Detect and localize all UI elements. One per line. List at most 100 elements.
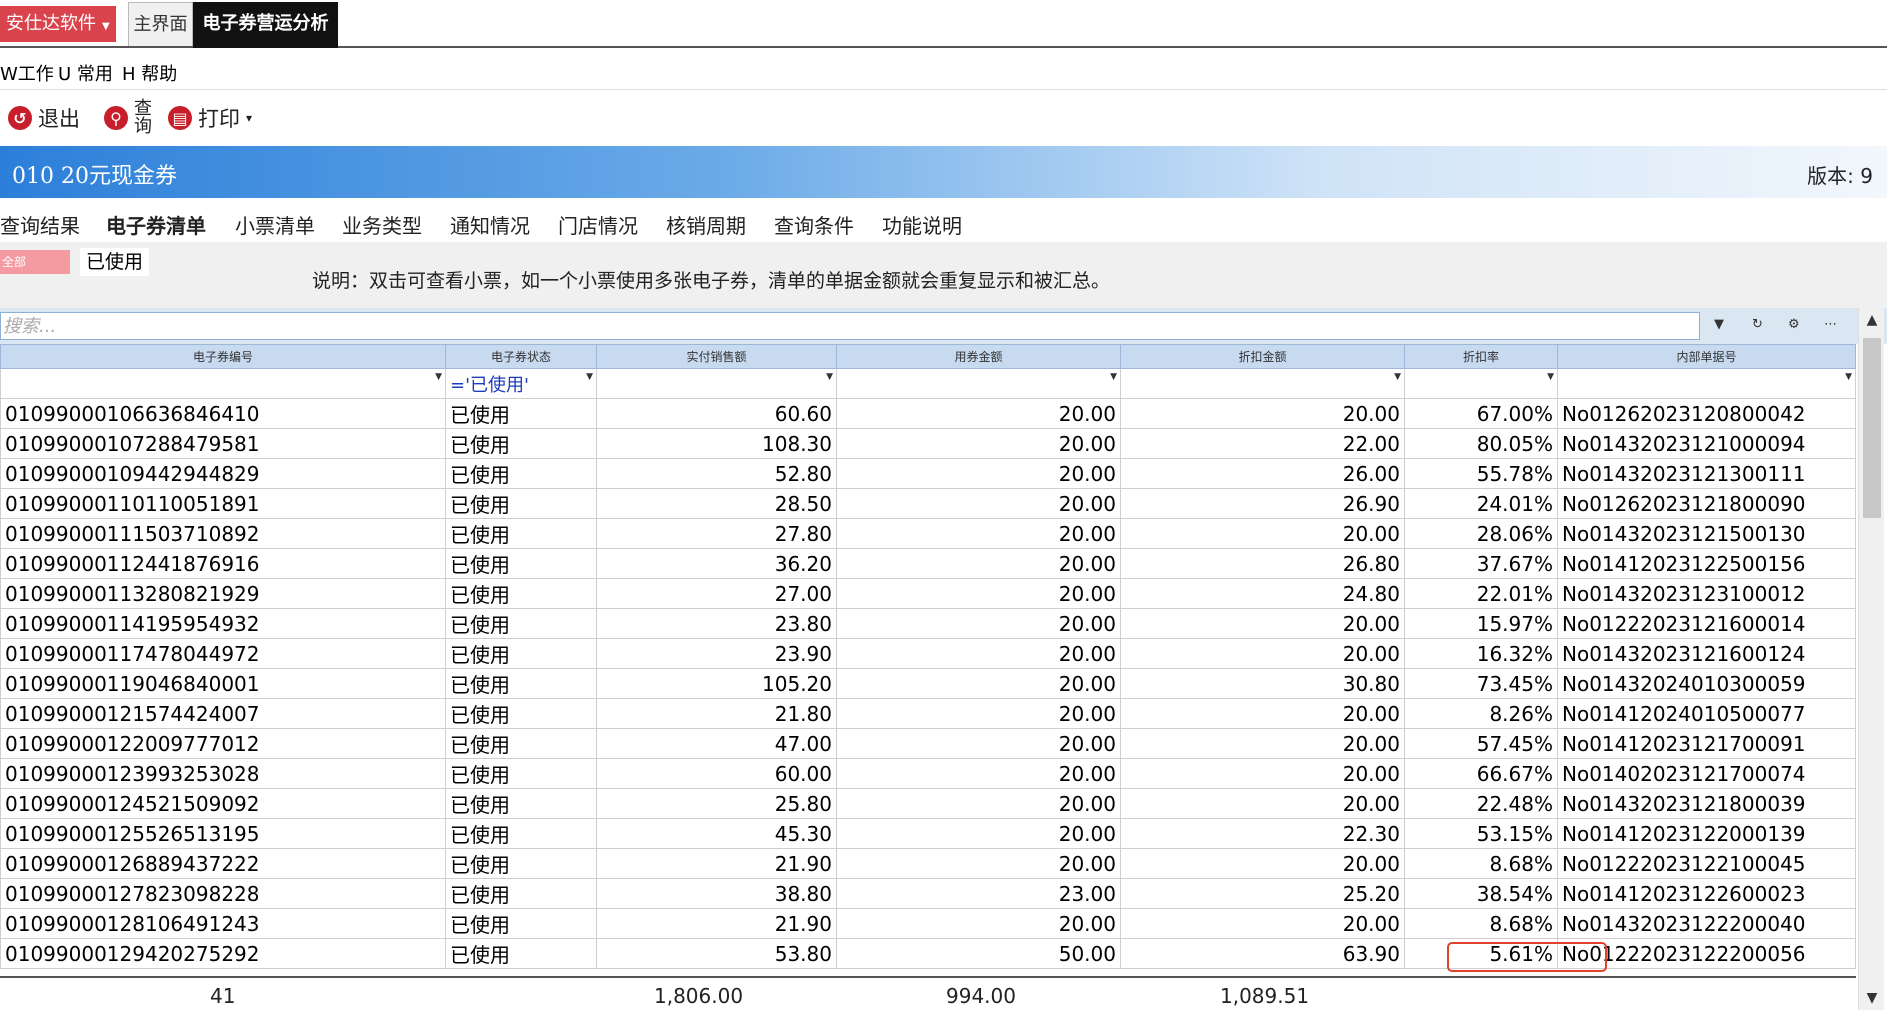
col-header-coupon-amount[interactable]: 用券金额	[836, 344, 1121, 369]
cell-coupon-no: 01099000106636846410	[0, 398, 446, 429]
tab-notification[interactable]: 通知情况	[450, 210, 530, 245]
cell-coupon-no: 01099000117478044972	[0, 638, 446, 669]
tab-query-result[interactable]: 查询结果	[0, 210, 80, 245]
menu-work[interactable]: W工作	[0, 60, 54, 86]
cell-coupon-status: 已使用	[445, 488, 597, 519]
cell-coupon-status: 已使用	[445, 668, 597, 699]
tab-function-help[interactable]: 功能说明	[882, 210, 962, 245]
brand-menu-button[interactable]: 安仕达软件 ▼	[0, 6, 116, 42]
exit-button[interactable]: ↺ 退出	[8, 102, 80, 134]
cell-discount-amount: 20.00	[1120, 398, 1405, 429]
total-count: 41	[210, 984, 236, 1008]
table-row[interactable]: 01099000121574424007 已使用 21.80 20.00 20.00 8.…	[0, 698, 1856, 729]
table-row[interactable]: 01099000124521509092 已使用 25.80 20.00 20.00 22…	[0, 788, 1856, 819]
scroll-down-icon[interactable]: ▼	[1862, 988, 1882, 1008]
cell-coupon-status: 已使用	[445, 548, 597, 579]
tab-business-type[interactable]: 业务类型	[342, 210, 422, 245]
filter-cell[interactable]: ='已使用' ▼	[445, 368, 597, 399]
cell-discount-amount: 20.00	[1120, 728, 1405, 759]
menu-common[interactable]: U 常用	[58, 60, 113, 86]
settings-icon[interactable]: ⚙	[1788, 317, 1800, 332]
table-row[interactable]: 01099000128106491243 已使用 21.90 20.00 20.00 8.…	[0, 908, 1856, 939]
tab-receipt-list[interactable]: 小票清单	[235, 210, 315, 245]
menu-help[interactable]: H 帮助	[122, 60, 177, 86]
scroll-thumb[interactable]	[1863, 338, 1881, 518]
chevron-down-icon: ▼	[826, 372, 833, 382]
cell-paid-sales: 60.00	[596, 758, 837, 789]
cell-internal-doc-no: No01432023121300111	[1557, 458, 1856, 489]
cell-discount-rate: 15.97%	[1404, 608, 1558, 639]
cell-coupon-status: 已使用	[445, 608, 597, 639]
cell-coupon-amount: 20.00	[836, 608, 1121, 639]
filter-cell[interactable]: ▼	[1404, 368, 1558, 399]
cell-coupon-amount: 20.00	[836, 758, 1121, 789]
filter-cell[interactable]: ▼	[596, 368, 837, 399]
table-row[interactable]: 01099000112441876916 已使用 36.20 20.00 26.80 37…	[0, 548, 1856, 579]
instruction-note: 说明：双击可查看小票，如一个小票使用多张电子券，清单的单据金额就会重复显示和被汇…	[312, 270, 1111, 292]
table-row[interactable]: 01099000125526513195 已使用 45.30 20.00 22.30 53…	[0, 818, 1856, 849]
table-row[interactable]: 01099000129420275292 已使用 53.80 50.00 63.90 5.…	[0, 938, 1856, 969]
query-button[interactable]: ⚲ 查 询	[104, 96, 152, 140]
scroll-up-icon[interactable]: ▲	[1862, 310, 1882, 330]
cell-coupon-no: 01099000110110051891	[0, 488, 446, 519]
cell-coupon-status: 已使用	[445, 428, 597, 459]
table-row[interactable]: 01099000110110051891 已使用 28.50 20.00 26.90 24…	[0, 488, 1856, 519]
brand-caret-icon: ▼	[102, 21, 110, 32]
col-header-paid-sales[interactable]: 实付销售额	[596, 344, 837, 369]
chevron-down-icon: ▼	[1394, 372, 1401, 382]
print-button[interactable]: ▤ 打印 ▾	[168, 102, 252, 134]
tab-store[interactable]: 门店情况	[558, 210, 638, 245]
table-row[interactable]: 01099000119046840001 已使用 105.20 20.00 30.80 7…	[0, 668, 1856, 699]
cell-coupon-no: 01099000128106491243	[0, 908, 446, 939]
refresh-icon[interactable]: ↻	[1752, 317, 1763, 332]
tab-coupon-analysis[interactable]: 电子券营运分析	[193, 2, 338, 48]
table-row[interactable]: 01099000122009777012 已使用 47.00 20.00 20.00 57…	[0, 728, 1856, 759]
table-row[interactable]: 01099000127823098228 已使用 38.80 23.00 25.20 38…	[0, 878, 1856, 909]
more-icon[interactable]: ⋯	[1824, 317, 1837, 332]
table-row[interactable]: 01099000111503710892 已使用 27.80 20.00 20.00 28…	[0, 518, 1856, 549]
cell-coupon-amount: 20.00	[836, 458, 1121, 489]
chevron-down-icon: ▼	[1547, 372, 1554, 382]
col-header-coupon-status[interactable]: 电子券状态	[445, 344, 597, 369]
status-used-button[interactable]: 已使用	[80, 248, 150, 276]
status-all-button[interactable]: 全部	[0, 250, 70, 274]
table-row[interactable]: 01099000123993253028 已使用 60.00 20.00 20.00 66…	[0, 758, 1856, 789]
cell-internal-doc-no: No01432024010300059	[1557, 668, 1856, 699]
table-row[interactable]: 01099000117478044972 已使用 23.90 20.00 20.00 16…	[0, 638, 1856, 669]
filter-cell[interactable]: ▼	[836, 368, 1121, 399]
vertical-scrollbar[interactable]: ▲ ▼	[1858, 308, 1884, 1010]
cell-coupon-no: 01099000124521509092	[0, 788, 446, 819]
cell-discount-amount: 20.00	[1120, 908, 1405, 939]
exit-icon: ↺	[8, 106, 32, 130]
filter-cell[interactable]: ▼	[1557, 368, 1856, 399]
cell-discount-rate: 8.68%	[1404, 848, 1558, 879]
table-row[interactable]: 01099000106636846410 已使用 60.60 20.00 20.00 67…	[0, 398, 1856, 429]
tab-redeem-cycle[interactable]: 核销周期	[666, 210, 746, 245]
cell-coupon-no: 01099000111503710892	[0, 518, 446, 549]
cell-coupon-amount: 23.00	[836, 878, 1121, 909]
cell-discount-amount: 20.00	[1120, 698, 1405, 729]
table-row[interactable]: 01099000113280821929 已使用 27.00 20.00 24.80 22…	[0, 578, 1856, 609]
cell-coupon-amount: 20.00	[836, 668, 1121, 699]
filter-cell[interactable]: ▼	[1120, 368, 1405, 399]
cell-coupon-status: 已使用	[445, 578, 597, 609]
cell-discount-amount: 20.00	[1120, 758, 1405, 789]
cell-coupon-amount: 20.00	[836, 398, 1121, 429]
cell-discount-rate: 66.67%	[1404, 758, 1558, 789]
cell-internal-doc-no: No01432023122200040	[1557, 908, 1856, 939]
col-header-coupon-no[interactable]: 电子券编号	[0, 344, 446, 369]
col-header-discount-amount[interactable]: 折扣金额	[1120, 344, 1405, 369]
tab-main-screen[interactable]: 主界面	[128, 2, 193, 46]
table-row[interactable]: 01099000109442944829 已使用 52.80 20.00 26.00 55…	[0, 458, 1856, 489]
grid-body: 01099000106636846410 已使用 60.60 20.00 20.00 67…	[0, 398, 1856, 969]
search-input[interactable]	[0, 312, 1700, 340]
col-header-discount-rate[interactable]: 折扣率	[1404, 344, 1558, 369]
cell-internal-doc-no: No01262023120800042	[1557, 398, 1856, 429]
tab-query-conditions[interactable]: 查询条件	[774, 210, 854, 245]
table-row[interactable]: 01099000114195954932 已使用 23.80 20.00 20.00 15…	[0, 608, 1856, 639]
filter-icon[interactable]: ▼	[1714, 317, 1724, 332]
table-row[interactable]: 01099000126889437222 已使用 21.90 20.00 20.00 8.…	[0, 848, 1856, 879]
table-row[interactable]: 01099000107288479581 已使用 108.30 20.00 22.00 8…	[0, 428, 1856, 459]
col-header-internal-doc-no[interactable]: 内部单据号	[1557, 344, 1856, 369]
filter-cell[interactable]: ▼	[0, 368, 446, 399]
